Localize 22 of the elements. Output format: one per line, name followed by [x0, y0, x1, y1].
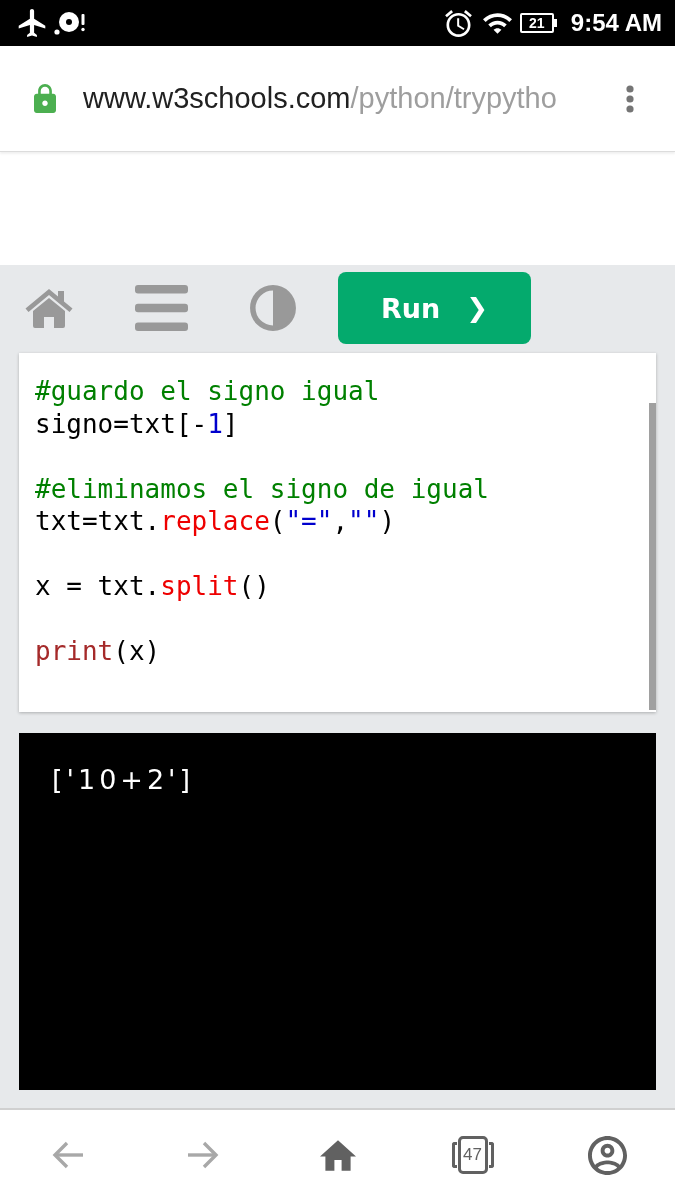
code-line: #guardo el signo igual [35, 375, 380, 408]
code-line: x = txt.split() [35, 570, 270, 603]
more-options-icon[interactable] [626, 84, 634, 113]
wifi-icon [482, 12, 512, 34]
status-time: 9:54 AM [570, 9, 662, 37]
home-icon[interactable] [319, 1139, 356, 1171]
url-text[interactable]: www.w3schools.com/python/trypytho [83, 82, 557, 115]
menu-icon[interactable] [135, 285, 188, 331]
airplane-icon [18, 9, 46, 37]
alarm-icon [444, 9, 472, 37]
code-line: signo=txt[-1] [35, 407, 239, 440]
scrollbar[interactable] [649, 403, 656, 710]
code-line: #eliminamos el signo de igual [35, 472, 489, 505]
code-editor[interactable]: #guardo el signo igual signo=txt[-1] #eliminamos el signo de igual txt=txt.replace("=","") x = txt.split() print(x) [19, 353, 656, 712]
disc-alert-icon [54, 11, 86, 35]
code-line: print(x) [35, 635, 161, 668]
code-line: txt=txt.replace("=","") [35, 505, 396, 538]
contrast-icon[interactable] [250, 285, 296, 331]
battery-indicator: 21 [519, 13, 557, 33]
account-icon[interactable] [588, 1135, 627, 1175]
lock-icon [34, 84, 56, 113]
output-text: ['10+2'] [52, 764, 195, 796]
